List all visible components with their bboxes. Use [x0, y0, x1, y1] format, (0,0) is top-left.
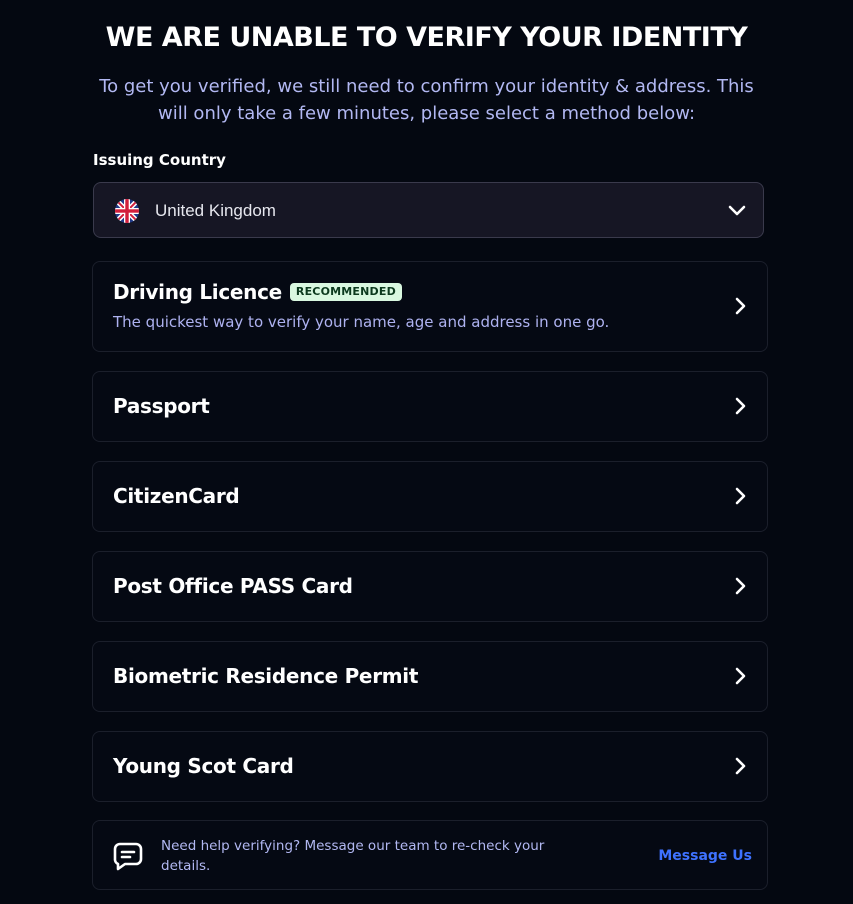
chevron-right-icon	[733, 576, 747, 596]
verification-page: WE ARE UNABLE TO VERIFY YOUR IDENTITY To…	[0, 0, 853, 904]
method-title: Biometric Residence Permit	[113, 664, 419, 688]
method-title: Driving Licence RECOMMENDED	[113, 279, 402, 305]
method-title-text: Driving Licence	[113, 280, 282, 304]
method-post-office-pass-card[interactable]: Post Office PASS Card	[92, 551, 768, 622]
page-title: WE ARE UNABLE TO VERIFY YOUR IDENTITY	[105, 22, 748, 53]
issuing-country-select[interactable]: United Kingdom	[93, 182, 764, 238]
method-biometric-residence-permit[interactable]: Biometric Residence Permit	[92, 641, 768, 712]
help-text: Need help verifying? Message our team to…	[161, 838, 545, 874]
method-citizencard[interactable]: CitizenCard	[92, 461, 768, 532]
chevron-right-icon	[733, 756, 747, 776]
chat-bubble-icon	[112, 840, 144, 872]
recommended-badge: RECOMMENDED	[289, 283, 402, 301]
method-title: Passport	[113, 394, 210, 418]
method-title: Young Scot Card	[113, 754, 294, 778]
chevron-down-icon[interactable]	[727, 202, 747, 218]
chevron-right-icon	[733, 396, 747, 416]
method-driving-licence[interactable]: Driving Licence RECOMMENDED The quickest …	[92, 261, 768, 352]
issuing-country-label: Issuing Country	[93, 151, 226, 169]
chevron-right-icon	[733, 666, 747, 686]
method-title: Post Office PASS Card	[113, 574, 353, 598]
method-young-scot-card[interactable]: Young Scot Card	[92, 731, 768, 802]
method-title: CitizenCard	[113, 484, 240, 508]
page-subtitle: To get you verified, we still need to co…	[99, 76, 754, 124]
help-panel: Need help verifying? Message our team to…	[92, 820, 768, 890]
chevron-right-icon	[733, 296, 747, 316]
chevron-right-icon	[733, 486, 747, 506]
selected-country: United Kingdom	[155, 201, 276, 220]
uk-flag-icon	[115, 199, 139, 223]
method-description: The quickest way to verify your name, ag…	[113, 313, 610, 331]
method-passport[interactable]: Passport	[92, 371, 768, 442]
message-us-link[interactable]: Message Us	[658, 847, 752, 865]
